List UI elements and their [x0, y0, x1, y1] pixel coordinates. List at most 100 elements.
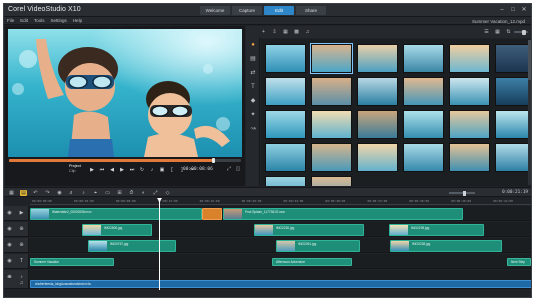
playhead-line[interactable] — [159, 198, 160, 290]
menu-tools[interactable]: Tools — [34, 18, 45, 23]
eye-icon[interactable]: ◉ — [6, 242, 13, 249]
title-icon[interactable]: T — [246, 80, 260, 94]
multi-camera-icon[interactable]: ⊞ — [116, 190, 123, 196]
time-remapping-icon[interactable]: ⏱ — [128, 190, 135, 196]
play-icon[interactable]: ▶ — [89, 167, 95, 173]
auto-music-icon[interactable]: ♪ — [80, 190, 87, 196]
sound-mixer-icon[interactable]: ♬ — [68, 190, 75, 196]
minimize-icon[interactable]: – — [498, 6, 506, 14]
title-clip[interactable]: Summer Vacation — [30, 257, 114, 266]
redo-icon[interactable]: ↷ — [44, 190, 51, 196]
timeline-clip[interactable]: Waterslide2_00002008.mov — [30, 207, 202, 220]
library-thumbnail[interactable] — [449, 44, 490, 73]
graphics-icon[interactable]: ◆ — [246, 94, 260, 108]
library-thumbnail[interactable] — [449, 77, 490, 106]
tab-welcome[interactable]: Welcome — [200, 6, 230, 15]
close-icon[interactable]: ✕ — [520, 6, 528, 14]
timeline-ruler[interactable]: 00:00:00:00 00:00:04:00 00:00:08:00 00:00:1… — [30, 198, 531, 205]
snapshot-icon[interactable]: ◫ — [235, 166, 241, 172]
sort-icon[interactable]: ⇅ — [505, 29, 512, 35]
thumbnail-view-icon[interactable]: ▦ — [494, 29, 501, 35]
library-thumbnail[interactable] — [310, 43, 353, 74]
library-thumbnail[interactable] — [495, 44, 531, 73]
timeline-zoom-knob[interactable] — [463, 190, 466, 196]
eye-icon[interactable]: ◉ — [6, 210, 13, 217]
filter-icon[interactable]: ✦ — [246, 108, 260, 122]
timeline-clip[interactable]: IMG2230.jpg — [254, 223, 364, 236]
end-icon[interactable]: ⏭ — [129, 167, 135, 173]
library-thumbnail[interactable] — [495, 77, 531, 106]
library-thumbnail[interactable] — [311, 143, 352, 172]
library-thumbnail[interactable] — [403, 77, 444, 106]
library-thumbnail[interactable] — [265, 110, 306, 139]
show-audio-icon[interactable]: ♫ — [304, 29, 311, 35]
library-thumbnail[interactable] — [357, 44, 398, 73]
media-icon[interactable]: ● — [246, 38, 260, 52]
eye-icon[interactable]: ◉ — [6, 258, 13, 265]
record-capture-icon[interactable]: ◉ — [56, 190, 63, 196]
title-clip[interactable]: Next Step — [507, 257, 531, 266]
next-frame-icon[interactable]: ▶ — [119, 167, 125, 173]
menu-edit[interactable]: Edit — [20, 18, 28, 23]
subtitle-editor-icon[interactable]: ▭ — [104, 190, 111, 196]
mark-in-icon[interactable]: [ — [169, 167, 175, 173]
library-thumbnail[interactable] — [403, 44, 444, 73]
library-thumbnail[interactable] — [311, 77, 352, 106]
library-thumbnail[interactable] — [449, 143, 490, 172]
library-thumbnail[interactable] — [495, 143, 531, 172]
show-videos-icon[interactable]: ▦ — [282, 29, 289, 35]
transition-clip[interactable] — [202, 207, 222, 220]
library-thumbnail[interactable] — [403, 110, 444, 139]
timeline-clip[interactable]: IMG2195.jpg — [389, 223, 484, 236]
timeline-zoom-slider[interactable] — [449, 190, 475, 196]
eye-icon[interactable]: ◉ — [6, 226, 13, 233]
3d-title-icon[interactable]: ◇ — [164, 190, 171, 196]
title-clip[interactable]: Afternoon Adventure — [272, 257, 352, 266]
library-thumbnail[interactable] — [495, 110, 531, 139]
playback-scrubber[interactable] — [9, 158, 241, 163]
mask-creator-icon[interactable]: ◐ — [140, 190, 147, 196]
timeline-clip[interactable]: IMG0767.jpg — [88, 239, 176, 252]
timeline-clip[interactable]: IMG2500.jpg — [82, 223, 152, 236]
scrubber-handle[interactable] — [211, 158, 215, 163]
timeline-clip[interactable]: IMG0238.jpg — [390, 239, 502, 252]
volume-icon[interactable]: ♪ — [149, 167, 155, 173]
timeline-clip[interactable]: IMG2061.jpg — [276, 239, 360, 252]
library-thumbnail[interactable] — [449, 110, 490, 139]
library-thumbnail[interactable] — [265, 77, 306, 106]
library-thumbnail[interactable] — [357, 143, 398, 172]
thumbnail-size-knob[interactable] — [522, 29, 526, 35]
mode-clip[interactable]: Clip — [69, 169, 81, 174]
player-timecode[interactable]: 00:00:08:06 — [183, 167, 213, 172]
show-photos-icon[interactable]: ▩ — [293, 29, 300, 35]
storyboard-view-icon[interactable]: ▦ — [8, 190, 15, 196]
maximize-icon[interactable]: □ — [509, 6, 517, 14]
resolution-icon[interactable]: ▣ — [159, 167, 165, 173]
pan-zoom-icon[interactable]: ⤢ — [152, 190, 159, 196]
motion-tracking-icon[interactable]: ⌖ — [92, 190, 99, 196]
library-thumbnail[interactable] — [357, 110, 398, 139]
library-thumbnail[interactable] — [265, 143, 306, 172]
add-folder-icon[interactable]: + — [260, 29, 267, 35]
tab-capture[interactable]: Capture — [232, 6, 262, 15]
library-thumbnail[interactable] — [311, 110, 352, 139]
tab-share[interactable]: Share — [296, 6, 326, 15]
repeat-icon[interactable]: ↻ — [139, 167, 145, 173]
path-icon[interactable]: ↝ — [246, 122, 260, 136]
library-scroll-thumb[interactable] — [528, 40, 531, 80]
menu-help[interactable]: Help — [73, 18, 82, 23]
undo-icon[interactable]: ↶ — [32, 190, 39, 196]
enlarge-icon[interactable]: ⤢ — [226, 166, 232, 172]
library-thumbnail[interactable] — [357, 77, 398, 106]
library-thumbnail[interactable] — [265, 44, 306, 73]
library-thumbnail[interactable] — [403, 143, 444, 172]
timeline-view-icon[interactable]: ▤ — [20, 190, 27, 196]
menu-file[interactable]: File — [7, 18, 14, 23]
video-preview[interactable] — [8, 29, 242, 157]
instant-project-icon[interactable]: ▤ — [246, 52, 260, 66]
timeline-clip[interactable]: Pool Splash_1177361S.mov — [223, 207, 463, 220]
library-scrollbar[interactable] — [528, 40, 531, 185]
audio-clip[interactable]: shutterfeesta_king&vacationalstral.m4a — [30, 279, 531, 288]
transition-icon[interactable]: ⇄ — [246, 66, 260, 80]
home-icon[interactable]: ⏮ — [99, 167, 105, 173]
